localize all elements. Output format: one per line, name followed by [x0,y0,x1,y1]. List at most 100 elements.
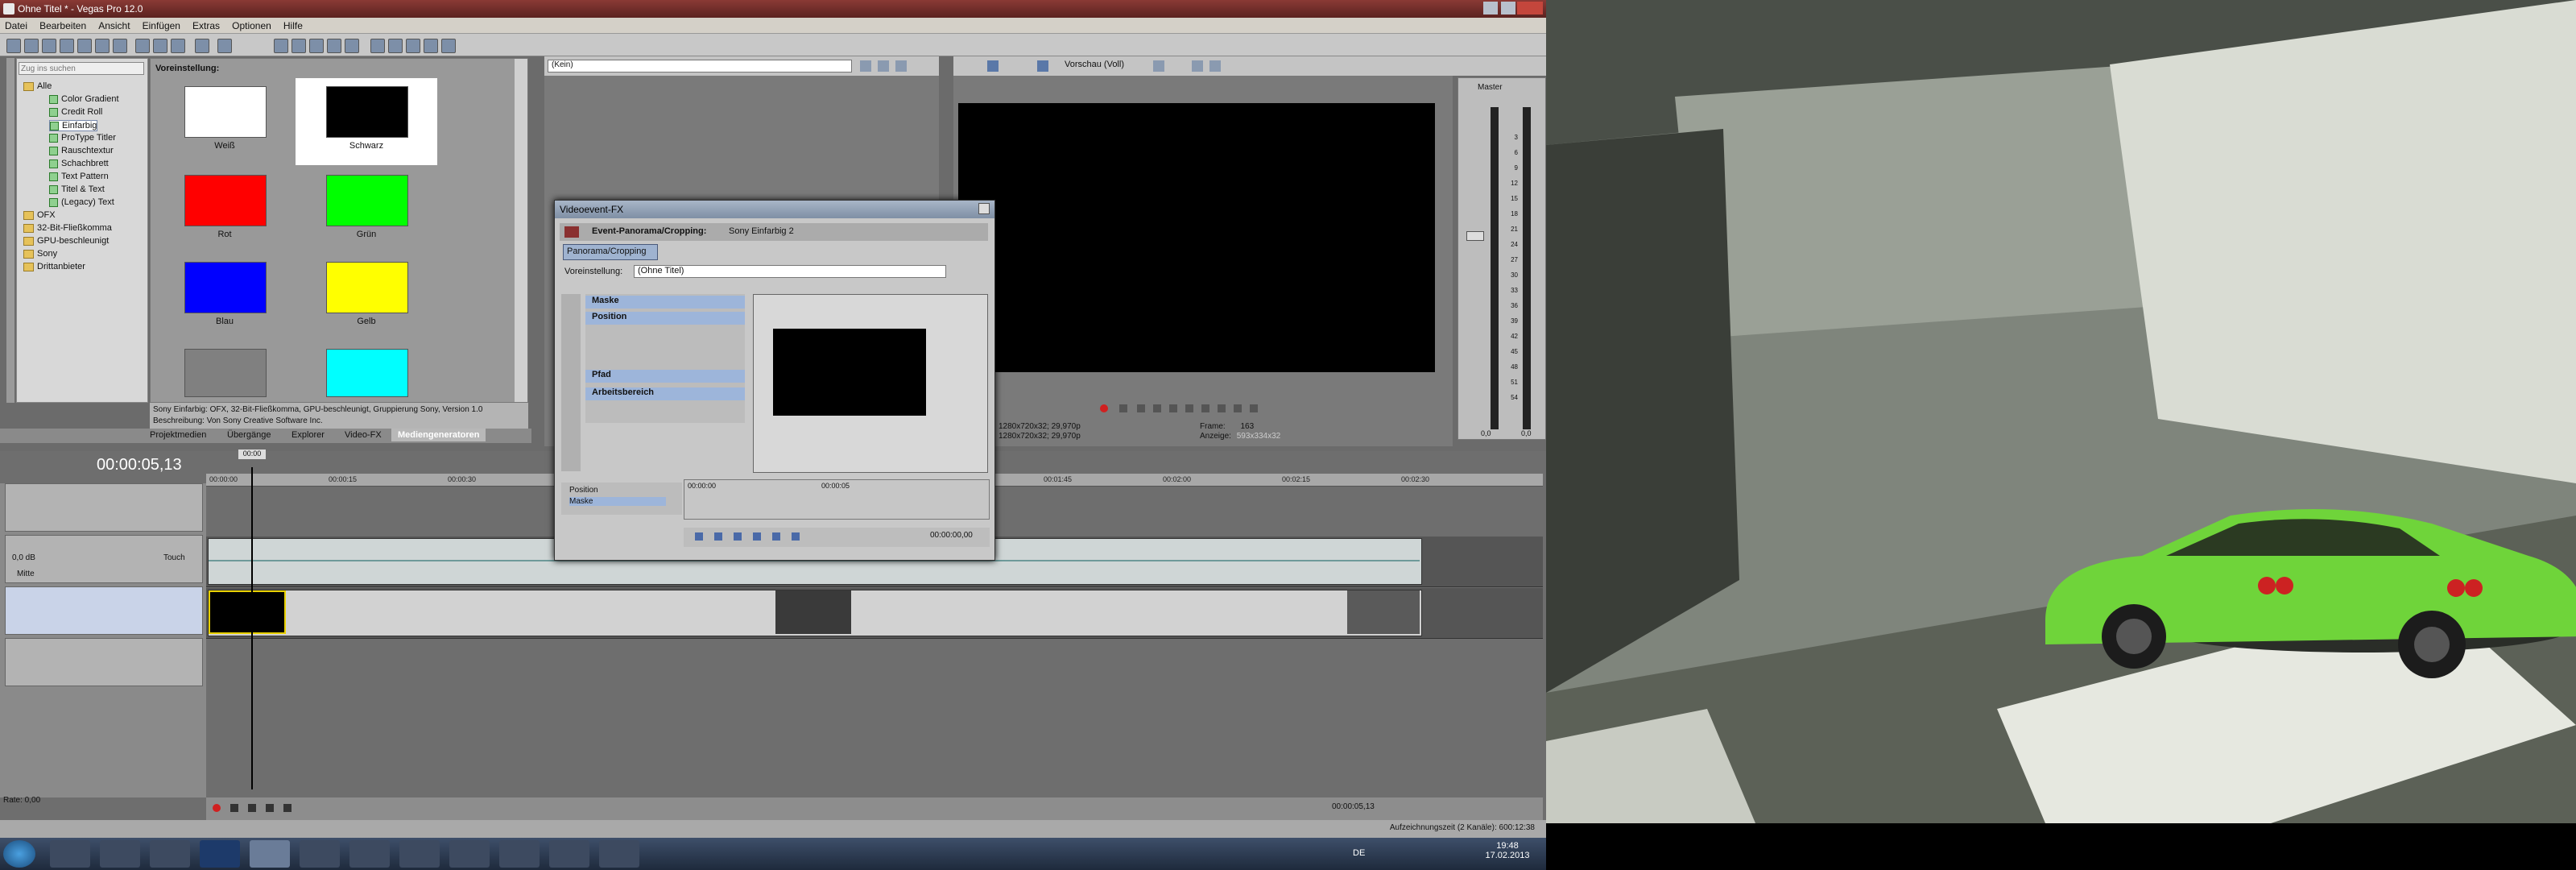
swatch-red[interactable] [184,175,267,226]
tree-item-sony[interactable]: Sony [23,249,57,259]
menu-hilfe[interactable]: Hilfe [279,18,308,34]
last-keyframe-icon[interactable] [753,532,761,541]
paste-icon[interactable] [171,39,185,53]
properties-icon[interactable] [77,39,92,53]
keyframe-timeline[interactable]: 00:00:00 00:00:05 [684,479,990,520]
pause-icon[interactable] [1169,404,1177,412]
swatch-gray[interactable] [184,349,267,397]
split-screen-icon[interactable] [1037,60,1048,72]
cropping-canvas[interactable] [753,294,988,473]
video-clip[interactable] [208,590,1422,636]
next-frame-icon[interactable] [1250,404,1258,412]
maximize-button[interactable] [1501,2,1515,14]
start-button[interactable] [3,840,35,868]
tree-item-schachbrett[interactable]: Schachbrett [49,159,109,168]
swatch-cyan[interactable] [326,349,408,397]
track-header-4[interactable] [5,638,203,686]
ring-app-icon[interactable] [399,840,440,868]
track-header-1[interactable] [5,483,203,532]
tree-item-gpu[interactable]: GPU-beschleunigt [23,236,109,246]
menu-extras[interactable]: Extras [188,18,225,34]
search-input[interactable] [19,62,144,75]
track-header-video[interactable] [5,586,203,635]
tree-item-alle[interactable]: Alle [23,81,52,91]
menu-datei[interactable]: Datei [0,18,32,34]
fx-icon[interactable] [564,226,579,238]
menu-optionen[interactable]: Optionen [227,18,276,34]
add-keyframe-icon[interactable] [772,532,780,541]
green-app-icon[interactable] [549,840,589,868]
tree-item-text-pattern[interactable]: Text Pattern [49,172,109,181]
zoom-tool-icon[interactable] [424,39,438,53]
next-keyframe-icon[interactable] [734,532,742,541]
record-icon[interactable] [113,39,127,53]
first-keyframe-icon[interactable] [695,532,703,541]
trimmer-tool-icon[interactable] [878,60,889,72]
tree-item-rauschtextur[interactable]: Rauschtextur [49,146,114,155]
ignore-grouping-icon[interactable] [345,39,359,53]
prev-frame-icon[interactable] [1234,404,1242,412]
section-maske[interactable]: Maske [585,296,745,309]
new-icon[interactable] [6,39,21,53]
import-icon[interactable] [95,39,110,53]
spotify-icon[interactable] [100,840,140,868]
selection-tool-icon[interactable] [406,39,420,53]
record-icon[interactable] [1100,404,1108,412]
stop-icon[interactable] [1185,404,1193,412]
panel-grip[interactable] [6,58,14,403]
tab-mediengeneratoren[interactable]: Mediengeneratoren [391,429,486,441]
tree-item-protype-titler[interactable]: ProType Titler [49,133,116,143]
master-fader[interactable] [1466,231,1484,241]
tree-item-legacy-text[interactable]: (Legacy) Text [49,197,114,207]
section-pfad[interactable]: Pfad [585,370,745,383]
save-icon[interactable] [42,39,56,53]
app-blue-icon[interactable] [150,840,190,868]
pause-icon[interactable] [266,804,274,812]
media-icon[interactable] [300,840,340,868]
render-icon[interactable] [60,39,74,53]
tree-item-credit-roll[interactable]: Credit Roll [49,107,102,117]
preset-scrollbar[interactable] [515,59,527,402]
tab-projektmedien[interactable]: Projektmedien [150,430,206,440]
menu-ansicht[interactable]: Ansicht [93,18,134,34]
save-snapshot-icon[interactable] [1209,60,1221,72]
open-icon[interactable] [24,39,39,53]
trimmer-tool-icon[interactable] [895,60,907,72]
menu-bearbeiten[interactable]: Bearbeiten [35,18,91,34]
photoshop-icon[interactable] [200,840,240,868]
tree-item-drittanbieter[interactable]: Drittanbieter [23,262,85,271]
tab-explorer[interactable]: Explorer [292,430,325,440]
iv-app-icon[interactable] [449,840,490,868]
tab-video-fx[interactable]: Video-FX [345,430,382,440]
tree-item-ofx[interactable]: OFX [23,210,56,220]
loop-icon[interactable] [1119,404,1127,412]
chrome-icon[interactable] [50,840,90,868]
loop-icon[interactable] [230,804,238,812]
section-arbeitsbereich[interactable]: Arbeitsbereich [585,387,745,400]
envelope-tool-icon[interactable] [388,39,403,53]
tree-item-titel-text[interactable]: Titel & Text [49,184,105,194]
tree-item-32bit[interactable]: 32-Bit-Fließkomma [23,223,112,233]
tree-item-color-gradient[interactable]: Color Gradient [49,94,119,104]
playhead[interactable] [251,467,253,789]
dialog-close-button[interactable] [978,203,990,214]
trimmer-tool-icon[interactable] [860,60,871,72]
play-start-icon[interactable] [1137,404,1145,412]
ripple-icon[interactable] [309,39,324,53]
video-track[interactable] [206,588,1543,639]
lock-envelope-icon[interactable] [327,39,341,53]
copy-icon[interactable] [153,39,167,53]
edit-tool-icon[interactable] [370,39,385,53]
swatch-yellow[interactable] [326,262,408,313]
trimmer-dropdown[interactable]: (Kein) [548,60,852,72]
track-automation-mode[interactable]: Touch [163,553,185,562]
track-header-audio[interactable]: 0,0 dB Touch Mitte [5,535,203,583]
swatch-green[interactable] [326,175,408,226]
preview-mode-dropdown[interactable]: Vorschau (Voll) [1065,60,1124,69]
copy-snapshot-icon[interactable] [1192,60,1203,72]
go-start-icon[interactable] [1201,404,1209,412]
project-properties-icon[interactable] [987,60,999,72]
tab-panorama-cropping[interactable]: Panorama/Cropping [563,244,658,260]
delete-keyframe-icon[interactable] [792,532,800,541]
crop-frame[interactable] [773,329,926,416]
